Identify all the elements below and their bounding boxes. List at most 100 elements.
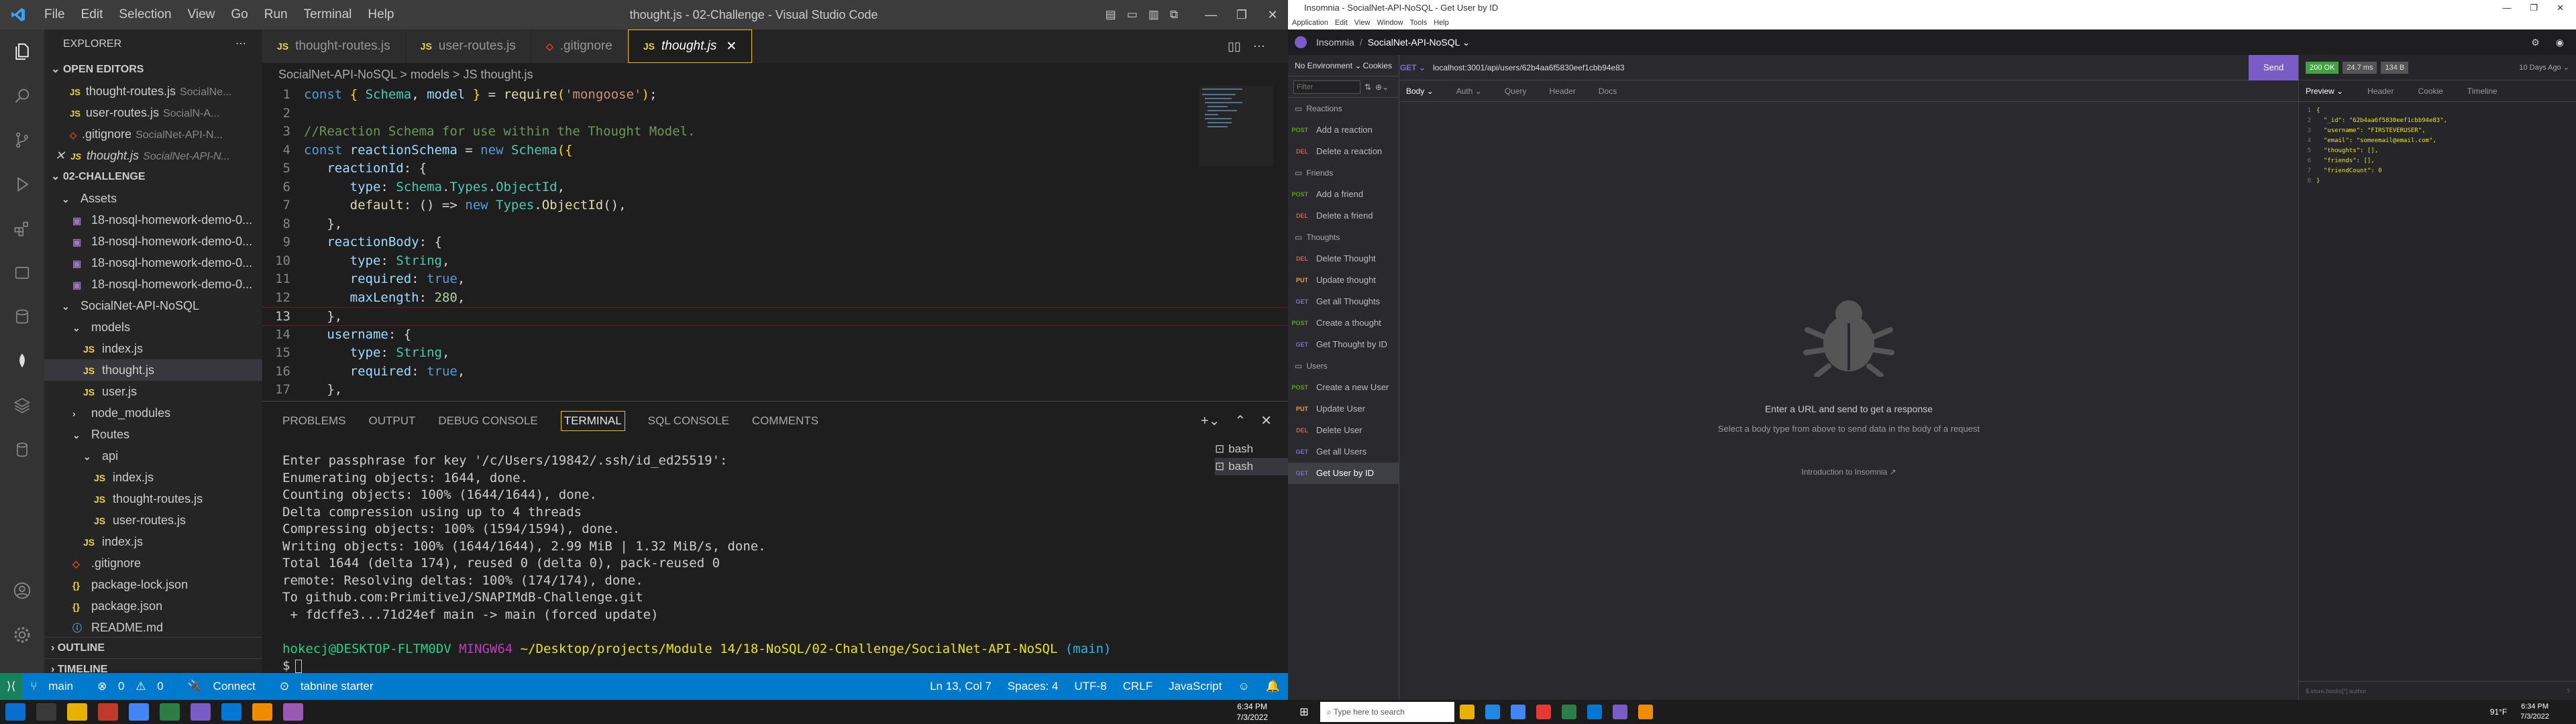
- folder-item[interactable]: › node_modules: [44, 402, 262, 424]
- folder-thoughts[interactable]: ▭ Thoughts: [1288, 227, 1399, 248]
- windows-start-icon[interactable]: ⊞: [1288, 705, 1320, 719]
- request-tab-query[interactable]: Query: [1505, 86, 1527, 96]
- intro-link[interactable]: Introduction to Insomnia ↗: [1399, 467, 2298, 477]
- language-mode[interactable]: JavaScript: [1169, 680, 1222, 693]
- indentation[interactable]: Spaces: 4: [1008, 680, 1059, 693]
- connect-button[interactable]: 🔌 Connect: [188, 680, 264, 693]
- tabnine-status[interactable]: ⊙ tabnine starter: [280, 680, 382, 693]
- maximize-panel-icon[interactable]: ⌃: [1234, 412, 1246, 429]
- folder-item[interactable]: ⌄ Assets: [44, 188, 262, 209]
- insomnia-menu-application[interactable]: Application: [1292, 19, 1328, 27]
- response-tab-timeline[interactable]: Timeline: [2467, 86, 2498, 96]
- insomnia-menu-tools[interactable]: Tools: [1410, 19, 1428, 27]
- menu-item-run[interactable]: Run: [256, 7, 296, 22]
- split-editor-icon[interactable]: ▯▯: [1228, 40, 1241, 54]
- request-tab-docs[interactable]: Docs: [1599, 86, 1617, 96]
- insomnia-menu-edit[interactable]: Edit: [1335, 19, 1348, 27]
- method-select[interactable]: GET ⌄: [1399, 63, 1426, 72]
- terminal-output[interactable]: Enter passphrase for key '/c/Users/19842…: [262, 440, 1288, 675]
- request-item[interactable]: PUT Update User: [1288, 398, 1399, 420]
- line-ending[interactable]: CRLF: [1123, 680, 1152, 693]
- close-panel-icon[interactable]: ✕: [1260, 412, 1272, 429]
- folder-item[interactable]: ⌄ SocialNet-API-NoSQL: [44, 295, 262, 316]
- request-item[interactable]: PUT Update thought: [1288, 269, 1399, 291]
- weather[interactable]: 91°F: [2490, 707, 2507, 717]
- help-icon[interactable]: ?: [2567, 682, 2576, 700]
- taskbar-app-icon[interactable]: [283, 703, 303, 721]
- response-filter-bar[interactable]: $.store.books[*].author?: [2299, 681, 2576, 700]
- request-item[interactable]: GET Get all Thoughts: [1288, 291, 1399, 312]
- filter-input[interactable]: [1293, 80, 1360, 94]
- request-item[interactable]: POST Add a friend: [1288, 184, 1399, 205]
- response-tab-cookie[interactable]: Cookie: [2418, 86, 2443, 96]
- toggle-sidebar-icon[interactable]: ▤: [1106, 8, 1116, 21]
- panel-tab-debug-console[interactable]: DEBUG CONSOLE: [438, 414, 537, 428]
- search-icon[interactable]: [0, 74, 44, 118]
- menu-item-edit[interactable]: Edit: [73, 7, 111, 22]
- request-item[interactable]: GET Get all Users: [1288, 441, 1399, 463]
- taskbar-app-icon[interactable]: [221, 703, 241, 721]
- panel-tab-sql-console[interactable]: SQL CONSOLE: [648, 414, 729, 428]
- minimap[interactable]: [1199, 86, 1273, 166]
- problems-count[interactable]: ⊗ 0 ⚠ 0: [97, 680, 172, 693]
- editor-tab[interactable]: JS thought-routes.js: [262, 29, 406, 63]
- breadcrumb-project[interactable]: SocialNet-API-NoSQL ⌄: [1368, 37, 1470, 48]
- file-item[interactable]: JS index.js: [44, 467, 262, 488]
- request-item[interactable]: POST Add a reaction: [1288, 119, 1399, 141]
- request-item[interactable]: POST Create a new User: [1288, 377, 1399, 398]
- taskbar-app-icon[interactable]: [1460, 705, 1474, 719]
- taskbar-app-icon[interactable]: [1511, 705, 1525, 719]
- response-tab-header[interactable]: Header: [2367, 86, 2394, 96]
- taskbar-app-icon[interactable]: [1485, 705, 1500, 719]
- folder-friends[interactable]: ▭ Friends: [1288, 162, 1399, 184]
- request-item[interactable]: GET Get Thought by ID: [1288, 334, 1399, 355]
- file-item[interactable]: {} package.json: [44, 595, 262, 617]
- panel-tab-output[interactable]: OUTPUT: [368, 414, 415, 428]
- folder-item[interactable]: ⌄ models: [44, 316, 262, 338]
- explorer-icon[interactable]: [0, 29, 44, 74]
- folder-item[interactable]: ⌄ api: [44, 445, 262, 467]
- insomnia-menu-window[interactable]: Window: [1377, 19, 1403, 27]
- editor-tab[interactable]: ◇ .gitignore: [531, 29, 628, 63]
- minimize-icon[interactable]: —: [1195, 8, 1226, 22]
- menu-item-view[interactable]: View: [180, 7, 223, 22]
- request-tab-header[interactable]: Header: [1550, 86, 1576, 96]
- file-item[interactable]: ⓘ README.md: [44, 617, 262, 638]
- account-icon[interactable]: ◉: [2556, 37, 2564, 48]
- customize-layout-icon[interactable]: ⧉: [1170, 8, 1178, 21]
- database-icon[interactable]: [0, 295, 44, 339]
- file-item[interactable]: ▣ 18-nosql-homework-demo-0...: [44, 231, 262, 252]
- response-body[interactable]: 1{2 "_id": "62b4aa6f5830eef1cbb94e83", 3 …: [2299, 102, 2576, 186]
- taskbar-clock[interactable]: 6:34 PM 7/3/2022: [2520, 702, 2549, 722]
- feedback-icon[interactable]: ☺: [1238, 680, 1249, 693]
- notifications-icon[interactable]: 🔔: [1266, 680, 1280, 693]
- breadcrumb-app[interactable]: Insomnia: [1316, 37, 1354, 48]
- send-button[interactable]: Send: [2249, 54, 2298, 80]
- response-tab-preview[interactable]: Preview ⌄: [2306, 86, 2343, 96]
- run-debug-icon[interactable]: [0, 162, 44, 206]
- sort-icon[interactable]: ⇅: [1364, 82, 1371, 92]
- restore-icon[interactable]: ❐: [2530, 0, 2538, 16]
- account-icon[interactable]: [0, 568, 44, 613]
- taskbar-search[interactable]: ⌕ Type here to search: [1320, 702, 1454, 722]
- restore-icon[interactable]: ❐: [1226, 8, 1257, 22]
- taskbar-app-icon[interactable]: [67, 703, 87, 721]
- encoding[interactable]: UTF-8: [1075, 680, 1107, 693]
- taskbar-clock[interactable]: 6:34 PM 7/3/2022: [1236, 701, 1268, 723]
- menu-item-terminal[interactable]: Terminal: [296, 7, 360, 22]
- request-tab-auth[interactable]: Auth ⌄: [1456, 86, 1482, 96]
- request-item[interactable]: DEL Delete User: [1288, 420, 1399, 441]
- preferences-gear-icon[interactable]: ⚙: [2531, 37, 2540, 48]
- close-tab-icon[interactable]: ✕: [726, 39, 737, 54]
- code-editor[interactable]: 1 const { Schema, model } = require('mong…: [262, 86, 1288, 416]
- close-icon[interactable]: ✕: [1257, 8, 1288, 22]
- cookies-button[interactable]: Cookies: [1363, 61, 1392, 70]
- folder-reactions[interactable]: ▭ Reactions: [1288, 98, 1399, 119]
- open-editors-header[interactable]: ⌄ OPEN EDITORS: [44, 59, 262, 80]
- taskbar-app-icon[interactable]: [98, 703, 118, 721]
- cursor-position[interactable]: Ln 13, Col 7: [930, 680, 991, 693]
- settings-gear-icon[interactable]: [0, 613, 44, 657]
- history-dropdown[interactable]: 10 Days Ago ⌄: [2519, 63, 2569, 72]
- breadcrumb[interactable]: SocialNet-API-NoSQL > models > JS though…: [262, 63, 1288, 86]
- environment-select[interactable]: No Environment ⌄: [1295, 61, 1361, 70]
